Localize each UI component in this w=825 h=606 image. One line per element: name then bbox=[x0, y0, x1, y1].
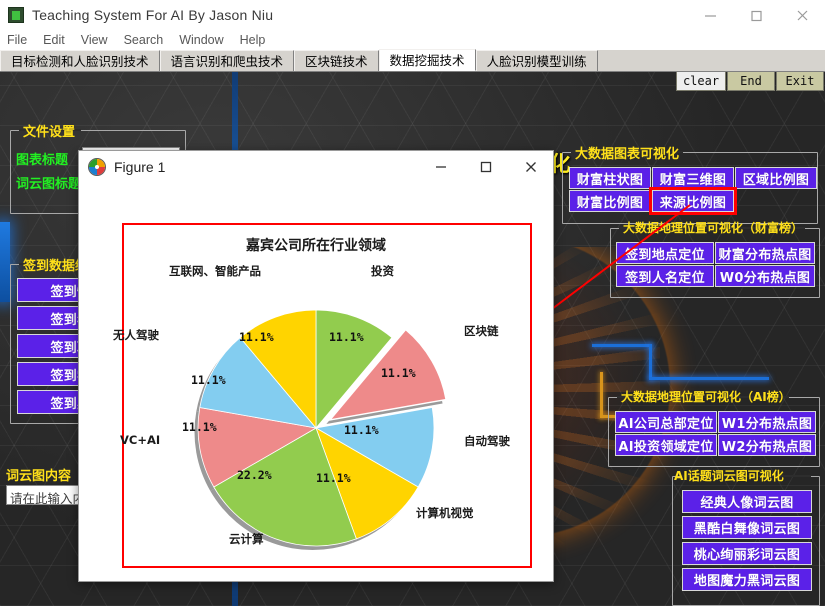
black-white-dance-wordcloud-button[interactable]: 黑酷白舞像词云图 bbox=[682, 516, 812, 539]
exit-button[interactable]: Exit bbox=[776, 72, 824, 91]
wordcloud-content-label: 词云图内容 bbox=[6, 469, 72, 484]
app-icon bbox=[8, 7, 24, 23]
ai-headquarters-location-button[interactable]: AI公司总部定位 bbox=[615, 411, 717, 433]
figure-title: Figure 1 bbox=[114, 159, 166, 175]
pie-label-investment: 投资 bbox=[371, 264, 394, 278]
w1-heatmap-button[interactable]: W1分布热点图 bbox=[718, 411, 816, 433]
figure-window: Figure 1 嘉宾公司所在行业领域 投资 区块链 自动驾驶 计算机视觉 云计… bbox=[78, 150, 554, 582]
circuit-trace-3 bbox=[649, 377, 769, 380]
pie-pct-vc-ai: 11.1% bbox=[182, 420, 217, 434]
pie-label-blockchain: 区块链 bbox=[464, 324, 499, 338]
tab-speech-recognition-crawler[interactable]: 语言识别和爬虫技术 bbox=[159, 50, 295, 71]
geo-ai-legend: 大数据地理位置可视化（AI榜） bbox=[621, 390, 791, 404]
bigdata-chart-legend: 大数据图表可视化 bbox=[575, 147, 680, 162]
pie-chart: 嘉宾公司所在行业领域 投资 区块链 自动驾驶 计算机视觉 云计算 VC+AI 无… bbox=[79, 183, 553, 581]
signin-location-button[interactable]: 签到地点定位 bbox=[616, 242, 714, 264]
wealth-heatmap-button[interactable]: 财富分布热点图 bbox=[715, 242, 815, 264]
pie-pct-blockchain: 11.1% bbox=[381, 366, 416, 380]
end-button[interactable]: End bbox=[727, 72, 775, 91]
application-window: Teaching System For AI By Jason Niu File… bbox=[0, 0, 825, 606]
pie-pct-cloud-computing: 22.2% bbox=[237, 468, 272, 482]
pie-label-unmanned-driving: 无人驾驶 bbox=[113, 328, 159, 342]
tab-blockchain[interactable]: 区块链技术 bbox=[294, 50, 379, 71]
menu-item-file[interactable]: File bbox=[7, 33, 36, 47]
wordcloud-title-label: 词云图标题 bbox=[16, 177, 82, 192]
figure-titlebar: Figure 1 bbox=[79, 151, 553, 183]
menu-item-help[interactable]: Help bbox=[240, 33, 275, 47]
w2-heatmap-button[interactable]: W2分布热点图 bbox=[718, 434, 816, 456]
pie-pct-computer-vision: 11.1% bbox=[316, 471, 351, 485]
w0-heatmap-button[interactable]: W0分布热点图 bbox=[715, 265, 815, 287]
ai-investment-field-button[interactable]: AI投资领域定位 bbox=[615, 434, 717, 456]
figure-close-icon[interactable] bbox=[508, 151, 553, 183]
menu-item-window[interactable]: Window bbox=[179, 33, 232, 47]
menu-item-search[interactable]: Search bbox=[124, 33, 173, 47]
signin-name-location-button[interactable]: 签到人名定位 bbox=[616, 265, 714, 287]
pie-pct-autonomous: 11.1% bbox=[344, 423, 379, 437]
wealth-3d-chart-button[interactable]: 财富三维图 bbox=[652, 167, 734, 189]
figure-maximize-icon[interactable] bbox=[463, 151, 508, 183]
pie-label-vc-ai: VC+AI bbox=[120, 433, 161, 447]
menubar: File Edit View Search Window Help bbox=[0, 30, 825, 50]
pie-label-autonomous: 自动驾驶 bbox=[464, 434, 510, 448]
menu-item-edit[interactable]: Edit bbox=[43, 33, 74, 47]
wealth-bar-chart-button[interactable]: 财富柱状图 bbox=[569, 167, 651, 189]
minimize-icon[interactable] bbox=[687, 0, 733, 30]
blue-edge-glow bbox=[0, 222, 10, 302]
pie-label-computer-vision: 计算机视觉 bbox=[416, 506, 474, 520]
region-ratio-chart-button[interactable]: 区域比例图 bbox=[735, 167, 817, 189]
app-title: Teaching System For AI By Jason Niu bbox=[32, 7, 274, 23]
pie-pct-internet-smart: 11.1% bbox=[239, 330, 274, 344]
maximize-icon[interactable] bbox=[733, 0, 779, 30]
ai-wordcloud-legend: AI话题词云图可视化 bbox=[674, 469, 784, 483]
classic-portrait-wordcloud-button[interactable]: 经典人像词云图 bbox=[682, 490, 812, 513]
pie-label-internet-smart: 互联网、智能产品 bbox=[169, 264, 261, 278]
tab-data-mining[interactable]: 数据挖掘技术 bbox=[378, 49, 476, 71]
circuit-trace-1 bbox=[592, 344, 652, 347]
pie-pct-investment: 11.1% bbox=[329, 330, 364, 344]
close-icon[interactable] bbox=[779, 0, 825, 30]
tab-face-model-training[interactable]: 人脸识别模型训练 bbox=[475, 50, 598, 71]
circuit-trace-4 bbox=[600, 372, 603, 418]
window-controls bbox=[687, 0, 825, 30]
tabbar: 目标检测和人脸识别技术 语言识别和爬虫技术 区块链技术 数据挖掘技术 人脸识别模… bbox=[0, 49, 825, 72]
pie-pct-unmanned-driving: 11.1% bbox=[191, 373, 226, 387]
figure-minimize-icon[interactable] bbox=[418, 151, 463, 183]
circuit-trace-2 bbox=[649, 344, 652, 380]
wealth-ratio-chart-button[interactable]: 财富比例图 bbox=[569, 190, 651, 212]
file-settings-legend: 文件设置 bbox=[23, 125, 76, 140]
menu-item-view[interactable]: View bbox=[81, 33, 117, 47]
matplotlib-icon bbox=[88, 158, 106, 176]
clear-button[interactable]: clear bbox=[676, 72, 726, 91]
tab-object-detection-face-recognition[interactable]: 目标检测和人脸识别技术 bbox=[0, 50, 160, 71]
geo-wealth-legend: 大数据地理位置可视化（财富榜） bbox=[623, 221, 804, 235]
figure-canvas: 嘉宾公司所在行业领域 投资 区块链 自动驾驶 计算机视觉 云计算 VC+AI 无… bbox=[79, 183, 553, 581]
pie-label-cloud-computing: 云计算 bbox=[229, 532, 264, 546]
main-titlebar: Teaching System For AI By Jason Niu bbox=[0, 0, 825, 30]
source-ratio-chart-button[interactable]: 来源比例图 bbox=[649, 187, 737, 215]
map-magic-black-wordcloud-button[interactable]: 地图魔力黑词云图 bbox=[682, 568, 812, 591]
figure-window-controls bbox=[418, 151, 553, 183]
peach-heart-color-wordcloud-button[interactable]: 桃心绚丽彩词云图 bbox=[682, 542, 812, 565]
chart-title-label: 图表标题 bbox=[16, 153, 69, 168]
pie-svg bbox=[194, 309, 447, 550]
